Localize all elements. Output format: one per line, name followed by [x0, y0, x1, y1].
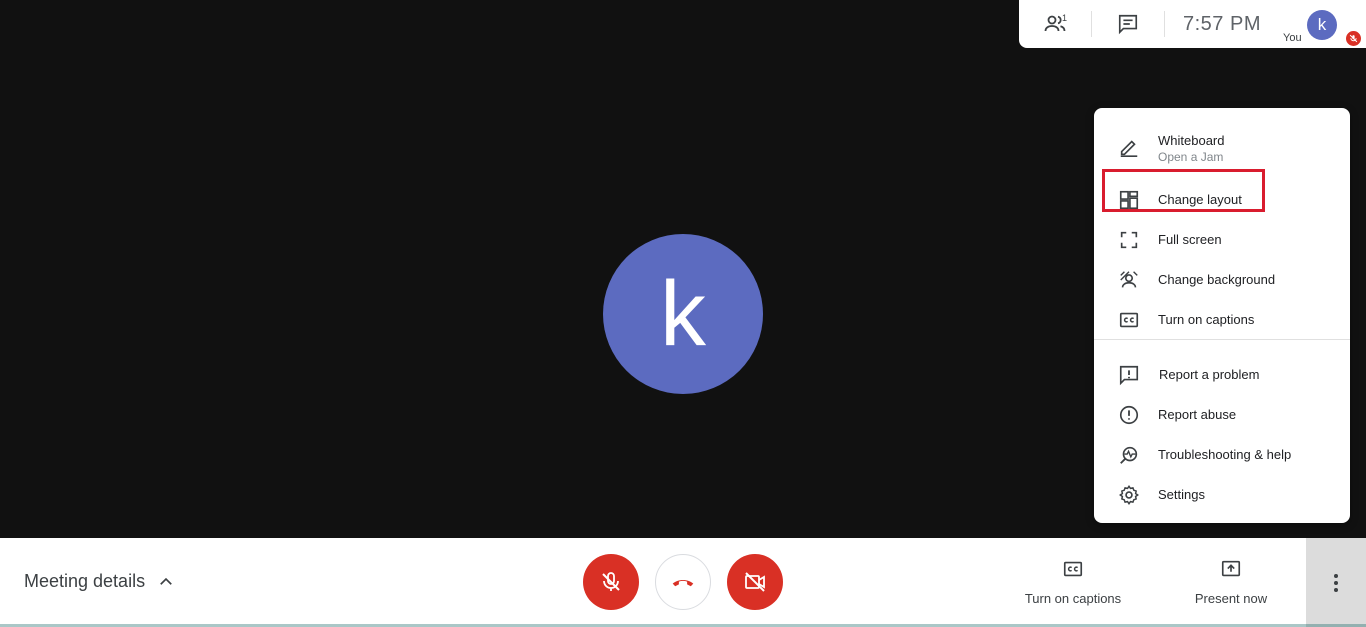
people-button[interactable]: 1 — [1019, 0, 1091, 48]
clock: 7:57 PM — [1183, 12, 1261, 35]
mic-muted-icon — [1346, 31, 1361, 46]
menu-item-full-screen[interactable]: Full screen — [1094, 219, 1350, 259]
fullscreen-icon — [1120, 231, 1138, 249]
menu-item-label: Change layout — [1158, 192, 1242, 207]
captions-icon — [1119, 312, 1139, 328]
present-now-button[interactable]: Present now — [1166, 558, 1296, 606]
menu-item-settings[interactable]: Settings — [1094, 474, 1350, 514]
mic-off-icon — [602, 572, 620, 591]
people-count: 1 — [1062, 13, 1068, 23]
meeting-details-button[interactable]: Meeting details — [24, 571, 175, 592]
menu-item-troubleshooting[interactable]: Troubleshooting & help — [1094, 434, 1350, 474]
menu-item-change-background[interactable]: Change background — [1094, 259, 1350, 299]
captions-icon — [1063, 561, 1083, 577]
more-options-button[interactable] — [1306, 538, 1366, 627]
menu-item-change-layout[interactable]: Change layout — [1094, 179, 1350, 219]
camera-off-icon — [745, 572, 765, 592]
alert-icon — [1119, 405, 1139, 425]
self-avatar: k — [1307, 10, 1337, 40]
feedback-icon — [1119, 365, 1139, 386]
present-label: Present now — [1194, 591, 1268, 606]
menu-item-whiteboard[interactable]: Whiteboard Open a Jam — [1094, 130, 1350, 174]
mic-toggle-button[interactable] — [583, 554, 639, 610]
menu-item-sublabel: Open a Jam — [1158, 150, 1224, 164]
menu-divider — [1094, 339, 1350, 340]
participant-avatar: k — [603, 234, 763, 394]
background-icon — [1120, 271, 1138, 288]
menu-item-label: Troubleshooting & help — [1158, 447, 1292, 462]
gear-icon — [1119, 485, 1139, 505]
hang-up-icon — [672, 579, 694, 587]
captions-label: Turn on captions — [1024, 591, 1122, 606]
pencil-icon — [1120, 140, 1138, 157]
menu-item-label: Turn on captions — [1158, 312, 1255, 327]
chevron-up-icon — [160, 577, 172, 585]
leave-call-button[interactable] — [655, 554, 711, 610]
meeting-details-label: Meeting details — [24, 571, 146, 591]
troubleshoot-icon — [1120, 446, 1138, 464]
more-vert-icon — [1334, 573, 1338, 592]
menu-item-label: Report abuse — [1158, 407, 1237, 422]
menu-item-label: Whiteboard — [1158, 133, 1225, 148]
menu-item-label: Report a problem — [1159, 367, 1260, 382]
camera-toggle-button[interactable] — [727, 554, 783, 610]
menu-item-report-problem[interactable]: Report a problem — [1094, 354, 1350, 394]
self-tile[interactable]: k You — [1279, 0, 1365, 48]
menu-item-label: Full screen — [1158, 232, 1222, 247]
menu-item-report-abuse[interactable]: Report abuse — [1094, 394, 1350, 434]
chat-icon — [1118, 14, 1138, 35]
present-icon — [1221, 560, 1241, 577]
chat-button[interactable] — [1092, 0, 1164, 48]
self-label: You — [1283, 32, 1302, 44]
top-info-bar: 1 7:57 PM k You — [1019, 0, 1366, 48]
bottom-control-bar: Meeting details Turn on captions Present… — [0, 538, 1366, 627]
more-options-menu: Whiteboard Open a Jam Change layout Full… — [1094, 108, 1350, 523]
menu-item-label: Settings — [1158, 487, 1205, 502]
menu-item-captions[interactable]: Turn on captions — [1094, 299, 1350, 339]
menu-item-label: Change background — [1158, 272, 1276, 287]
captions-button[interactable]: Turn on captions — [1008, 558, 1138, 606]
layout-icon — [1119, 190, 1139, 210]
